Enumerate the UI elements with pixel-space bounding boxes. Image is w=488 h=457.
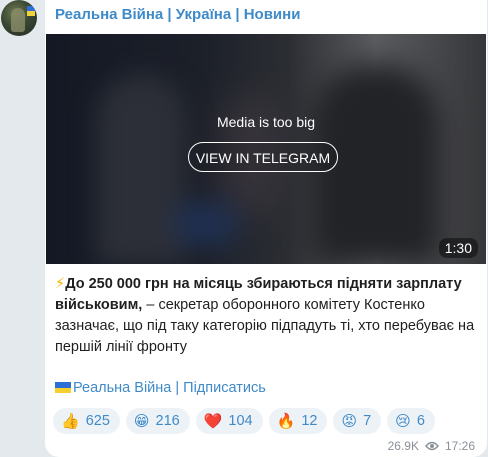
lightning-icon: ⚡ — [55, 276, 66, 292]
view-in-telegram-button[interactable]: VIEW IN TELEGRAM — [188, 142, 338, 172]
reaction-count: 216 — [155, 413, 180, 429]
reaction-count: 6 — [416, 413, 425, 429]
subscribe-link[interactable]: Реальна Війна | Підписатись — [55, 380, 266, 396]
eye-icon — [425, 441, 439, 451]
avatar-flag-yellow — [27, 11, 35, 16]
reaction-crying[interactable]: 😢 6 — [387, 408, 435, 434]
red-heart-icon: ❤️ — [203, 412, 223, 430]
reaction-count: 7 — [363, 413, 372, 429]
angry-face-icon: 😡 — [341, 412, 358, 430]
reaction-count: 12 — [301, 413, 318, 429]
grinning-face-icon: 😁 — [133, 412, 150, 430]
subscribe-link-label: Реальна Війна | Підписатись — [73, 380, 266, 396]
reaction-angry[interactable]: 😡 7 — [333, 408, 382, 434]
media-too-big-note: Media is too big — [216, 114, 316, 130]
crying-face-icon: 😢 — [395, 412, 411, 430]
post-text: ⚡До 250 000 грн на місяць збираються під… — [55, 274, 475, 358]
video-duration: 1:30 — [438, 238, 478, 258]
channel-name[interactable]: Реальна Війна | Україна | Новини — [55, 6, 300, 23]
reaction-thumbs-up[interactable]: 👍 625 — [53, 408, 120, 434]
channel-avatar[interactable] — [1, 0, 37, 36]
view-count: 26.9K — [387, 439, 419, 453]
reaction-count: 625 — [85, 413, 110, 429]
message-bubble: Реальна Війна | Україна | Новини Media i… — [45, 0, 487, 457]
message-meta: 26.9K 17:26 — [388, 439, 475, 453]
fire-icon: 🔥 — [276, 412, 296, 430]
reactions-bar: 👍 625 😁 216 ❤️ 104 🔥 12 😡 7 😢 6 — [53, 408, 435, 434]
avatar-figure — [11, 8, 25, 32]
ukraine-flag-icon — [55, 382, 71, 393]
reaction-heart[interactable]: ❤️ 104 — [195, 408, 263, 434]
video-preview[interactable]: Media is too big VIEW IN TELEGRAM 1:30 — [46, 34, 486, 264]
reaction-count: 104 — [228, 413, 253, 429]
reaction-fire[interactable]: 🔥 12 — [268, 408, 328, 434]
message-time: 17:26 — [444, 439, 475, 453]
thumbs-up-icon: 👍 — [61, 412, 80, 430]
reaction-grinning[interactable]: 😁 216 — [125, 408, 190, 434]
